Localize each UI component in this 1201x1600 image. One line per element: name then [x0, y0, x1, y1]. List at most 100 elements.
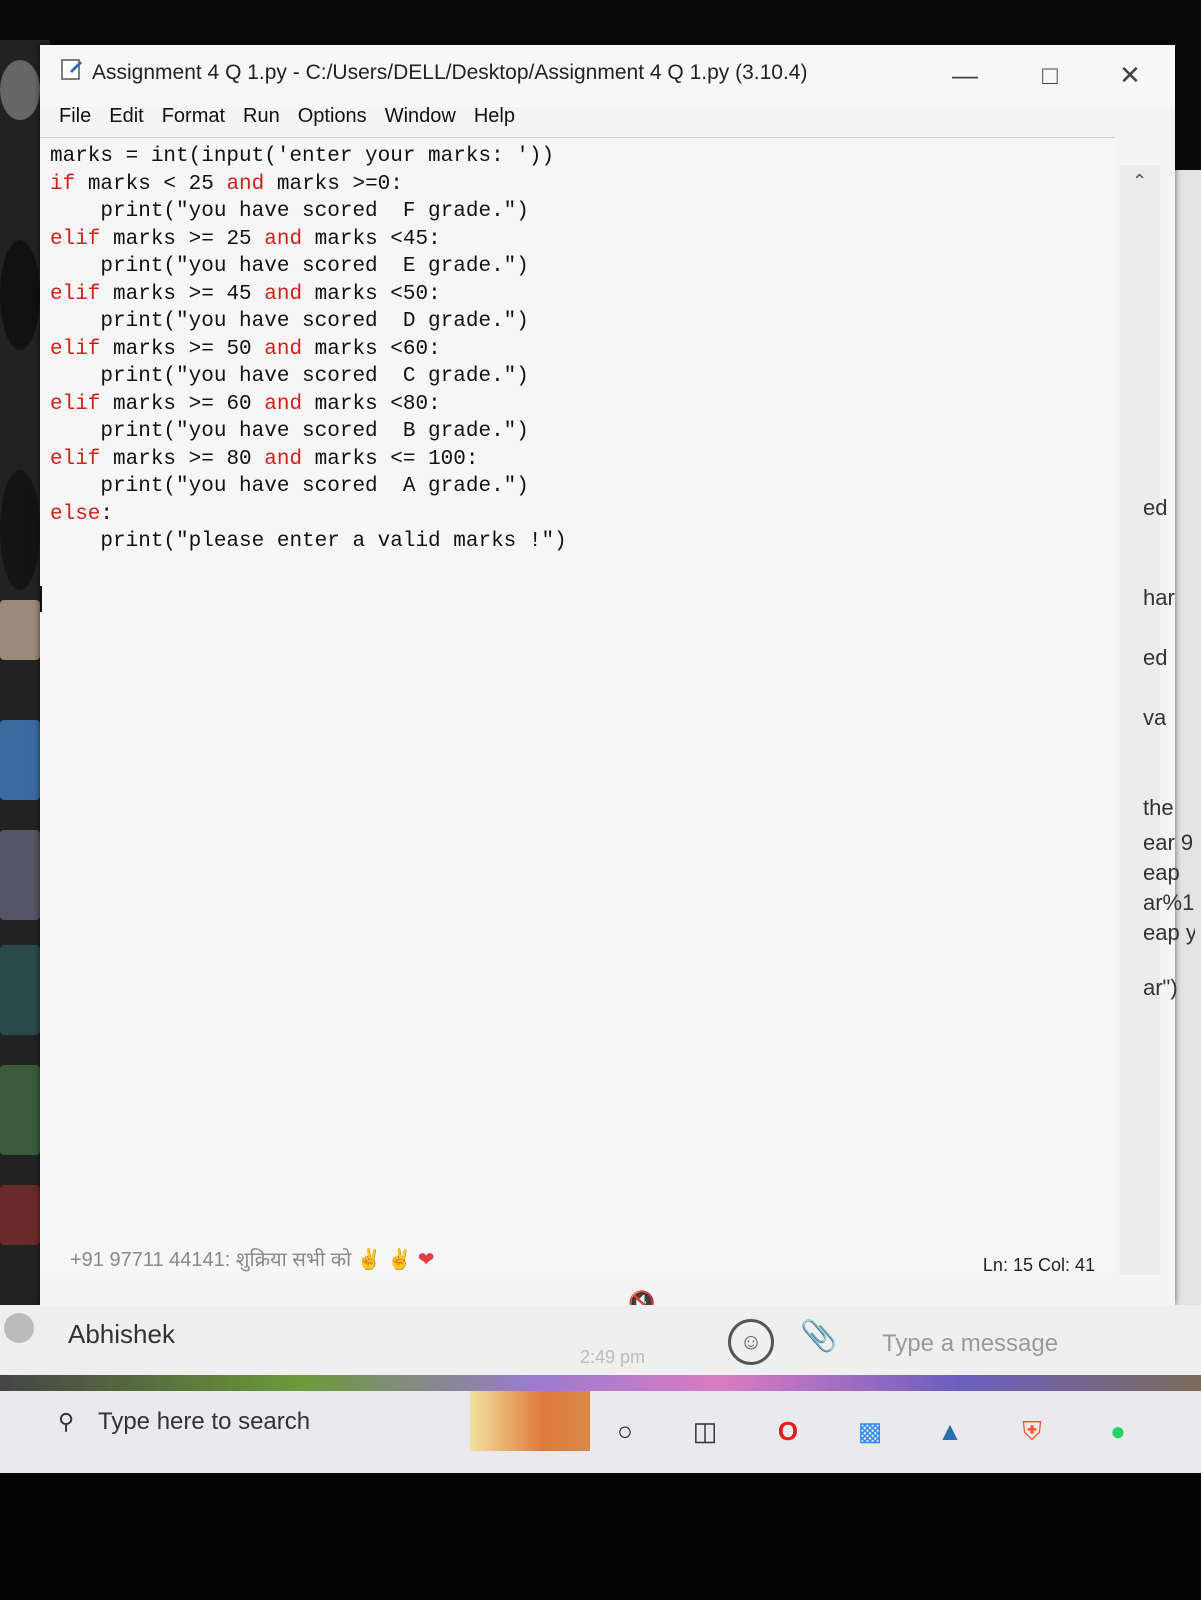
code-token: marks >= 50	[100, 337, 265, 361]
code-token: marks <45:	[302, 227, 441, 251]
background-thumbnail	[0, 1065, 40, 1155]
victory-hand-emoji: ✌	[356, 1249, 382, 1271]
heart-emoji: ❤	[417, 1249, 435, 1271]
chat-time: 2:49 pm	[580, 1347, 646, 1367]
code-line: print("you have scored C grade.")	[50, 363, 567, 391]
code-keyword: and	[264, 447, 303, 471]
contact-name[interactable]: Abhishek	[68, 1319, 175, 1350]
code-line: elif marks >= 80 and marks <= 100:	[50, 446, 567, 474]
bezel	[0, 1473, 1201, 1600]
title-bar[interactable]: Assignment 4 Q 1.py - C:/Users/DELL/Desk…	[40, 45, 1175, 107]
code-token: print("please enter a valid marks !")	[50, 530, 567, 553]
code-editor[interactable]: marks = int(input('enter your marks: '))…	[40, 137, 1115, 1273]
menu-item-file[interactable]: File	[50, 103, 100, 133]
close-icon[interactable]: ✕	[1110, 55, 1150, 95]
menu-item-run[interactable]: Run	[234, 103, 289, 133]
background-thumbnail	[0, 945, 40, 1035]
code-line: marks = int(input('enter your marks: '))	[50, 143, 567, 171]
code-keyword: else	[50, 502, 101, 526]
code-token: marks <= 100:	[302, 447, 479, 471]
opera-browser-icon[interactable]: O	[768, 1411, 808, 1451]
taskbar-search-input[interactable]	[96, 1407, 450, 1437]
code-line: print("you have scored A grade.")	[50, 473, 567, 501]
task-view-icon[interactable]: ◫	[685, 1411, 725, 1451]
code-token: marks <80:	[302, 392, 441, 416]
code-line: elif marks >= 45 and marks <50:	[50, 281, 567, 309]
code-line: print("you have scored B grade.")	[50, 418, 567, 446]
background-thumbnail	[0, 470, 40, 590]
background-thumbnail	[0, 60, 40, 120]
message-input[interactable]	[880, 1329, 1174, 1359]
code-token: marks <60:	[302, 337, 441, 361]
code-token: :	[100, 502, 114, 526]
search-highlight-image	[470, 1391, 590, 1451]
search-icon: ⚲	[58, 1409, 75, 1434]
code-keyword: elif	[50, 337, 101, 361]
background-text-fragment: ear 9	[1143, 830, 1194, 855]
code-line: print("please enter a valid marks !")	[50, 528, 567, 556]
chat-message-preview: +91 97711 44141: शुक्रिया सभी को ✌ ✌ ❤	[70, 1245, 435, 1272]
zoom-icon[interactable]: ▩	[850, 1411, 890, 1451]
menu-item-options[interactable]: Options	[289, 103, 376, 133]
background-thumbnail	[0, 830, 40, 920]
chat-bar: Abhishek 2:49 pm ☺ 📎	[0, 1305, 1201, 1375]
photos-icon[interactable]: ▲	[930, 1411, 970, 1451]
menu-item-help[interactable]: Help	[465, 103, 524, 133]
code-keyword: and	[264, 227, 303, 251]
minimize-icon[interactable]: —	[945, 55, 985, 95]
code-keyword: if	[50, 172, 76, 196]
code-keyword: elif	[50, 392, 101, 416]
code-keyword: elif	[50, 282, 101, 306]
code-token: marks < 25	[75, 172, 227, 196]
taskbar-search-box[interactable]: ⚲	[50, 1399, 460, 1449]
text-cursor	[40, 586, 42, 612]
background-text-fragment: eap y	[1143, 920, 1195, 945]
code-token: marks >=0:	[264, 172, 403, 196]
background-thumbnail	[0, 1185, 40, 1245]
menu-item-format[interactable]: Format	[153, 103, 234, 133]
line-column-indicator: Ln: 15 Col: 41	[982, 1255, 1095, 1275]
code-token: marks >= 45	[100, 282, 265, 306]
background-thumbnail	[0, 240, 40, 350]
background-thumbnail	[0, 720, 40, 800]
code-keyword: elif	[50, 227, 101, 251]
paperclip-icon[interactable]: 📎	[800, 1319, 837, 1354]
emoji-icon[interactable]: ☺	[728, 1319, 774, 1365]
background-text-fragment: eap	[1143, 860, 1180, 885]
menu-item-window[interactable]: Window	[376, 103, 465, 133]
code-keyword: and	[264, 337, 303, 361]
chat-preview-text: +91 97711 44141: शुक्रिया सभी को	[70, 1249, 352, 1271]
code-keyword: elif	[50, 447, 101, 471]
background-text-fragment: ed	[1143, 645, 1168, 670]
background-thumbnail	[0, 600, 40, 660]
code-line: print("you have scored D grade.")	[50, 308, 567, 336]
background-text-fragment: ar%1	[1143, 890, 1195, 915]
code-keyword: and	[226, 172, 265, 196]
whatsapp-icon[interactable]: ●	[1098, 1411, 1138, 1451]
code-line: print("you have scored F grade.")	[50, 198, 567, 226]
background-text-fragment: har	[1143, 585, 1175, 610]
code-line: else:	[50, 501, 567, 529]
background-text-fragment: ar")	[1143, 975, 1178, 1000]
menu-item-edit[interactable]: Edit	[100, 103, 152, 133]
code-token: print("you have scored F grade.")	[50, 200, 529, 223]
idle-editor-window: Assignment 4 Q 1.py - C:/Users/DELL/Desk…	[40, 45, 1175, 1305]
victory-hand-emoji: ✌	[387, 1249, 413, 1271]
scroll-up-icon[interactable]: ⌃	[1132, 171, 1147, 192]
python-file-icon	[61, 59, 82, 80]
code-token: marks = int(input('enter your marks: '))	[50, 145, 555, 168]
code-line: if marks < 25 and marks >=0:	[50, 171, 567, 199]
code-line: elif marks >= 25 and marks <45:	[50, 226, 567, 254]
wallpaper-stripe	[0, 1375, 1201, 1391]
code-line: elif marks >= 50 and marks <60:	[50, 336, 567, 364]
taskbar: ⚲ ○ ◫ O ▩ ▲ ⛨ ●	[0, 1391, 1201, 1473]
code-keyword: and	[264, 282, 303, 306]
code-line: print("you have scored E grade.")	[50, 253, 567, 281]
contact-avatar[interactable]	[4, 1313, 34, 1343]
code-token: print("you have scored B grade.")	[50, 420, 529, 443]
cortana-icon[interactable]: ○	[605, 1411, 645, 1451]
brave-browser-icon[interactable]: ⛨	[1012, 1411, 1052, 1451]
code-token: print("you have scored E grade.")	[50, 255, 529, 278]
code-text[interactable]: marks = int(input('enter your marks: '))…	[50, 143, 567, 556]
maximize-icon[interactable]: □	[1030, 55, 1070, 95]
